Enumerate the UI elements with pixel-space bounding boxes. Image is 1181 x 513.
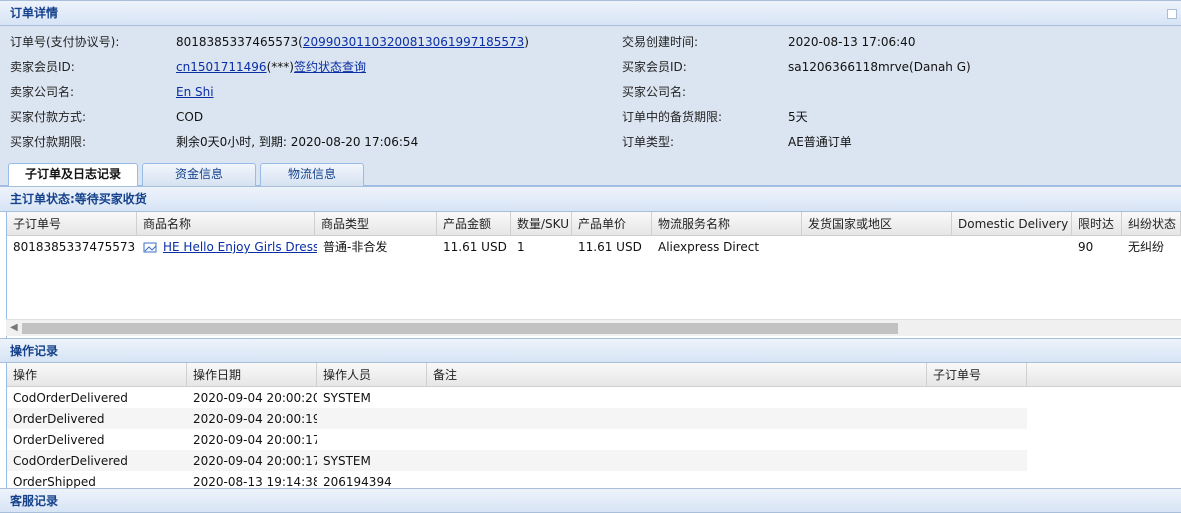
log-operator [317,408,427,430]
log-action: CodOrderDelivered [13,391,128,405]
log-date: 2020-09-04 20:00:17 [193,454,317,468]
operation-log-grid: 操作 操作日期 操作人员 备注 子订单号 CodOrderDelivered 2… [6,363,1181,489]
buyer-id-label: 买家会员ID: [622,60,687,74]
customer-service-title: 客服记录 [10,494,59,508]
col-quantity[interactable]: 数量/SKU [511,212,572,236]
log-date: 2020-09-04 20:00:20 [193,391,317,405]
col-operator[interactable]: 操作人员 [317,363,427,387]
col-product-type[interactable]: 商品类型 [315,212,437,236]
seller-company-link[interactable]: En Shi [176,85,214,99]
created-label: 交易创建时间: [622,35,699,49]
order-detail-panel: 订单号(支付协议号): 8018385337465573(20990301103… [0,26,1181,159]
pay-deadline-label: 买家付款期限: [10,135,87,149]
seller-id-mask: (***) [266,60,294,74]
product-name-link[interactable]: HE Hello Enjoy Girls Dresses [163,240,317,254]
col-dispute[interactable]: 纠纷状态 [1122,212,1181,236]
sub-order-no: 8018385337475573 [13,240,136,254]
order-detail-title: 订单详情 [10,6,59,20]
operation-log-header: 操作记录 [0,338,1181,363]
seller-id-link[interactable]: cn1501711496 [176,60,267,74]
product-type: 普通-非合发 [323,240,388,254]
col-unit-price[interactable]: 产品单价 [572,212,652,236]
pay-deadline-value: 剩余0天0小时, 到期: 2020-08-20 17:06:54 [176,135,419,149]
pay-method-label: 买家付款方式: [10,110,87,124]
order-no: 8018385337465573( [176,35,303,49]
tab-logistics[interactable]: 物流信息 [260,163,364,186]
scroll-left-icon[interactable]: ◀ [10,322,18,333]
log-operator [317,429,427,451]
col-product-name[interactable]: 商品名称 [137,212,315,236]
log-action: CodOrderDelivered [13,454,128,468]
log-row: OrderDelivered 2020-09-04 20:00:19 [7,408,1027,429]
seller-company-label: 卖家公司名: [10,85,75,99]
tab-sub-orders[interactable]: 子订单及日志记录 [8,163,138,187]
stock-period-label: 订单中的备货期限: [622,110,723,124]
sub-order-status-header: 主订单状态:等待买家收货 [0,186,1181,212]
buyer-company-label: 买家公司名: [622,85,687,99]
col-sub-order-no[interactable]: 子订单号 [7,212,137,236]
col-date[interactable]: 操作日期 [187,363,317,387]
sub-order-grid-header: 子订单号 商品名称 商品类型 产品金额 数量/SKU 产品单价 物流服务名称 发… [7,212,1181,236]
col-remark[interactable]: 备注 [427,363,927,387]
log-action: OrderDelivered [13,433,105,447]
log-operator: SYSTEM [323,454,371,468]
seller-id-value: cn1501711496(***)签约状态查询 [176,55,366,80]
payment-no-link[interactable]: 20990301103200813061997185573 [303,35,524,49]
log-grid-header: 操作 操作日期 操作人员 备注 子订单号 [7,363,1181,387]
col-time-limit[interactable]: 限时达 [1072,212,1122,236]
stock-period-value: 5天 [788,110,808,124]
horizontal-scrollbar[interactable]: ◀ [6,319,1181,336]
col-ship-country[interactable]: 发货国家或地区 [802,212,952,236]
log-operator: SYSTEM [323,391,371,405]
pay-method-value: COD [176,110,204,124]
tab-strip: 子订单及日志记录 资金信息 物流信息 [0,159,1181,187]
product-name-cell: HE Hello Enjoy Girls Dresses [137,236,317,258]
seller-contract-link[interactable]: 签约状态查询 [294,60,366,74]
order-type-label: 订单类型: [622,135,675,149]
col-log-sub-order-no[interactable]: 子订单号 [927,363,1027,387]
scrollbar-thumb[interactable] [22,323,898,334]
ship-country [802,236,952,258]
seller-id-label: 卖家会员ID: [10,60,75,74]
product-image-icon[interactable] [143,242,159,254]
log-row: CodOrderDelivered 2020-09-04 20:00:17 SY… [7,450,1027,471]
col-domestic-delivery[interactable]: Domestic Delivery [952,212,1072,236]
quantity: 1 [517,240,525,254]
log-row: CodOrderDelivered 2020-09-04 20:00:20 SY… [7,387,1027,408]
sub-order-status-title: 主订单状态:等待买家收货 [10,192,147,206]
order-no-close: ) [524,35,529,49]
order-type-value: AE普通订单 [788,135,852,149]
log-date: 2020-09-04 20:00:17 [193,433,317,447]
unit-price: 11.61 USD [578,240,642,254]
operation-log-title: 操作记录 [10,344,59,358]
log-row: OrderDelivered 2020-09-04 20:00:17 [7,429,1027,450]
col-amount[interactable]: 产品金额 [437,212,511,236]
amount: 11.61 USD [443,240,507,254]
collapse-icon[interactable] [1167,9,1177,19]
buyer-id-value: sa1206366118mrve(Danah G) [788,60,971,74]
dispute-status: 无纠纷 [1128,240,1165,254]
col-logistics[interactable]: 物流服务名称 [652,212,802,236]
domestic-delivery [952,236,1072,258]
log-date: 2020-09-04 20:00:19 [193,412,317,426]
tab-funds[interactable]: 资金信息 [142,163,256,186]
order-no-value: 8018385337465573(20990301103200813061997… [176,30,529,55]
log-action: OrderDelivered [13,412,105,426]
order-detail-header: 订单详情 [0,0,1181,26]
created-value: 2020-08-13 17:06:40 [788,35,916,49]
time-limit: 90 [1078,240,1094,254]
col-action[interactable]: 操作 [7,363,187,387]
logistics-service: Aliexpress Direct [658,240,760,254]
sub-order-row: 8018385337475573 HE Hello Enjoy Girls Dr… [7,236,1181,258]
order-no-label: 订单号(支付协议号): [10,35,120,49]
customer-service-header: 客服记录 [0,488,1181,513]
